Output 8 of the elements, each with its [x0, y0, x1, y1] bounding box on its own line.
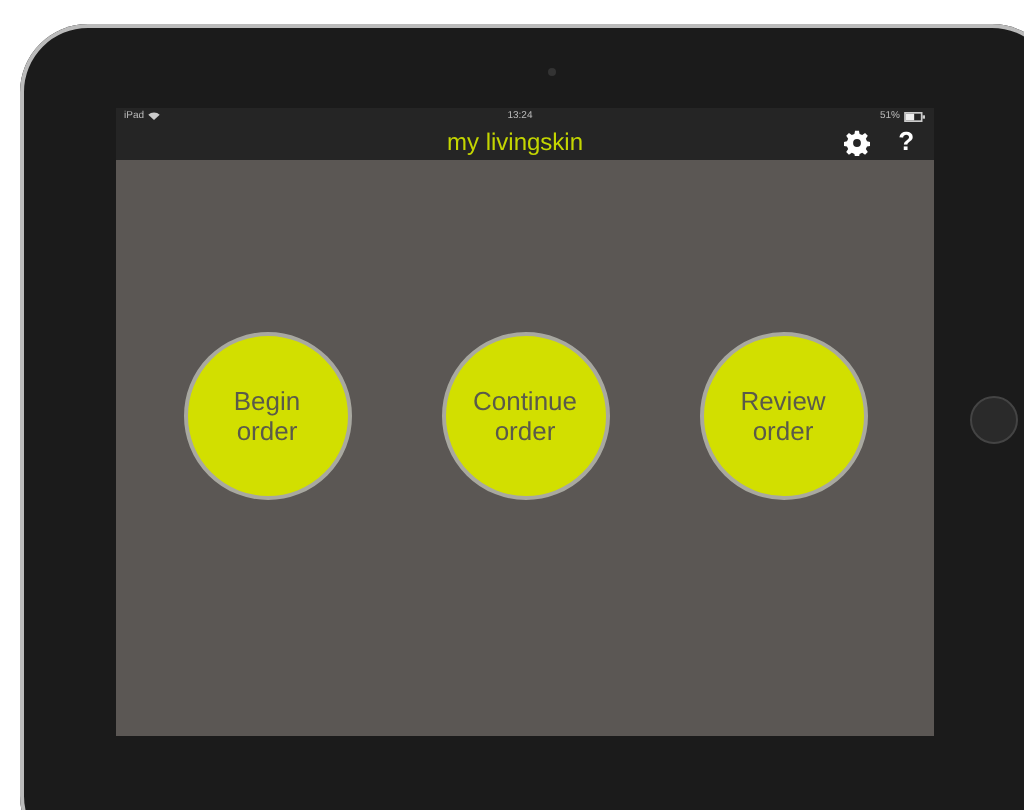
battery-icon [903, 111, 926, 121]
order-button[interactable]: Continue order [441, 332, 609, 500]
settings-icon[interactable] [844, 129, 871, 155]
order-button[interactable]: Begin order [183, 332, 351, 500]
app-title: my livingskin [447, 128, 584, 156]
order-button[interactable]: Review order [699, 332, 867, 500]
help-button[interactable]: ? [898, 128, 915, 156]
wifi-icon [148, 112, 161, 120]
